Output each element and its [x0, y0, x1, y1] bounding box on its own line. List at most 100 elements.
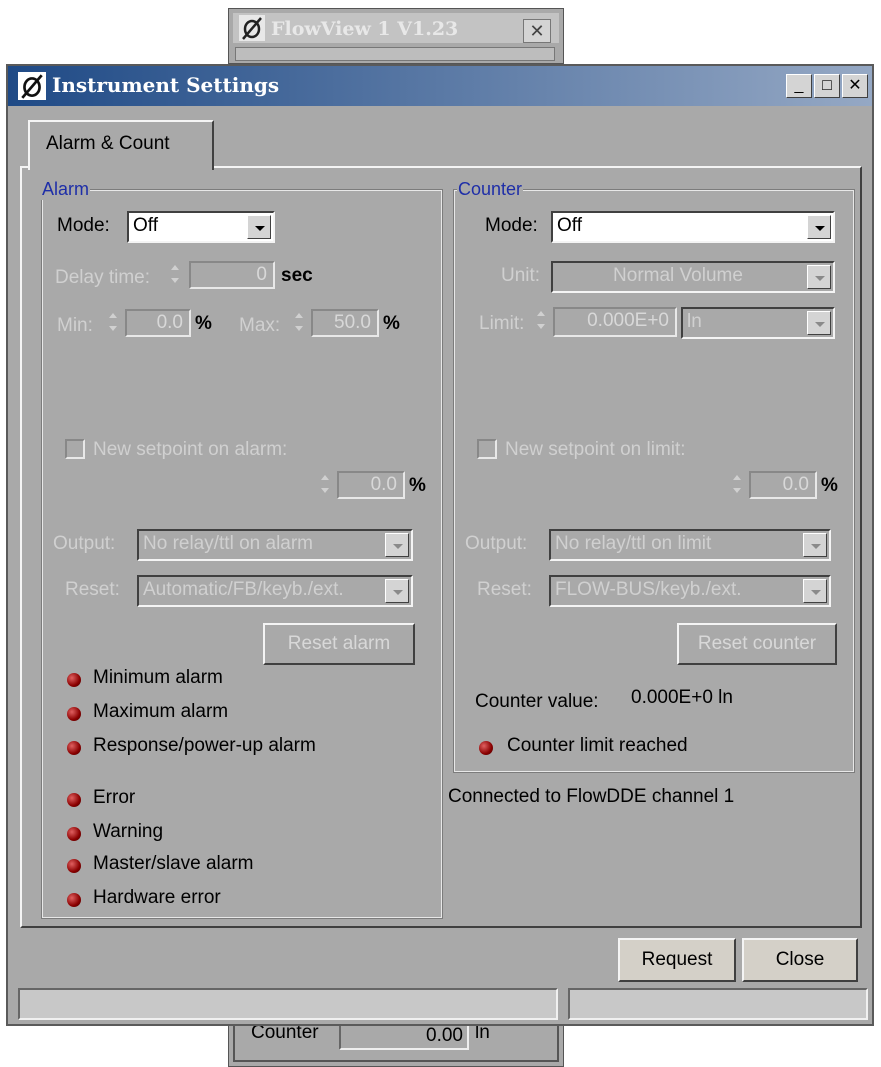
- counter-value: 0.000E+0 ln: [631, 687, 733, 708]
- new-setpoint-limit-label: New setpoint on limit:: [505, 439, 686, 460]
- spin-arrows-icon[interactable]: [293, 309, 305, 337]
- maximum-alarm-label: Maximum alarm: [93, 701, 229, 722]
- warning-led-icon: [67, 827, 81, 841]
- background-window[interactable]: FlowView 1 V1.23 ✕: [228, 8, 564, 64]
- status-bar-left: [18, 988, 558, 1020]
- hardware-error-led-icon: [67, 893, 81, 907]
- chevron-down-icon[interactable]: [807, 265, 831, 289]
- background-window-close-button[interactable]: ✕: [523, 19, 551, 43]
- counter-reset-label: Reset:: [477, 579, 532, 600]
- connection-status: Connected to FlowDDE channel 1: [448, 786, 735, 807]
- app-logo-icon: [18, 72, 46, 100]
- delay-time-unit: sec: [281, 265, 313, 286]
- chevron-down-icon[interactable]: [807, 215, 831, 239]
- minimum-alarm-label: Minimum alarm: [93, 667, 223, 688]
- titlebar[interactable]: Instrument Settings _ □ ✕: [8, 66, 872, 106]
- counter-mode-select[interactable]: Off: [551, 211, 835, 243]
- counter-unit-label: Unit:: [501, 265, 541, 286]
- delay-time-label: Delay time:: [55, 267, 151, 288]
- alarm-mode-value: Off: [133, 215, 158, 236]
- chevron-down-icon[interactable]: [247, 215, 271, 239]
- limit-label: Limit:: [479, 313, 525, 334]
- instrument-settings-window[interactable]: Instrument Settings _ □ ✕ Alarm & Count …: [6, 64, 874, 1026]
- reset-alarm-button[interactable]: Reset alarm: [263, 623, 415, 665]
- counter-group-label: Counter: [457, 179, 524, 200]
- close-button[interactable]: Close: [742, 938, 858, 982]
- reset-counter-button[interactable]: Reset counter: [677, 623, 837, 665]
- window-title: Instrument Settings: [52, 73, 280, 97]
- background-window-title: FlowView 1 V1.23: [271, 18, 459, 40]
- tab-label: Alarm & Count: [46, 133, 170, 154]
- delay-time-field[interactable]: 0: [189, 261, 275, 289]
- spin-arrows-icon[interactable]: [535, 307, 547, 335]
- chevron-down-icon[interactable]: [807, 311, 831, 335]
- min-label: Min:: [57, 315, 93, 336]
- chevron-down-icon[interactable]: [803, 579, 827, 603]
- max-label: Max:: [239, 315, 281, 336]
- counter-reset-select[interactable]: FLOW-BUS/keyb./ext.: [549, 575, 831, 607]
- max-unit: %: [383, 313, 400, 334]
- alarm-output-label: Output:: [53, 533, 116, 554]
- spin-arrows-icon[interactable]: [731, 471, 743, 499]
- chevron-down-icon[interactable]: [385, 533, 409, 557]
- maximize-button[interactable]: □: [814, 74, 840, 98]
- alarm-output-select[interactable]: No relay/ttl on alarm: [137, 529, 413, 561]
- new-setpoint-alarm-checkbox[interactable]: [65, 439, 85, 459]
- counter-unit-select[interactable]: Normal Volume: [551, 261, 835, 293]
- counter-output-select[interactable]: No relay/ttl on limit: [549, 529, 831, 561]
- counter-reset-value: FLOW-BUS/keyb./ext.: [555, 579, 742, 600]
- counter-group: Counter Mode: Off Unit: Normal Volume Li…: [453, 179, 855, 773]
- alarm-output-value: No relay/ttl on alarm: [143, 533, 314, 554]
- minimum-alarm-led-icon: [67, 673, 81, 687]
- hardware-error-label: Hardware error: [93, 887, 221, 908]
- limit-unit-value: ln: [687, 311, 702, 332]
- master-slave-alarm-led-icon: [67, 859, 81, 873]
- background-window-strip: [235, 47, 555, 61]
- counter-output-label: Output:: [465, 533, 528, 554]
- alarm-mode-label: Mode:: [57, 215, 110, 236]
- min-field[interactable]: 0.0: [125, 309, 191, 337]
- master-slave-alarm-label: Master/slave alarm: [93, 853, 254, 874]
- counter-mode-label: Mode:: [485, 215, 538, 236]
- background-window-titlebar[interactable]: FlowView 1 V1.23 ✕: [233, 13, 559, 43]
- alarm-group: Alarm Mode: Off Delay time: 0 sec Min: 0…: [41, 179, 443, 919]
- error-led-icon: [67, 793, 81, 807]
- new-setpoint-alarm-field[interactable]: 0.0: [337, 471, 405, 499]
- error-label: Error: [93, 787, 136, 808]
- alarm-mode-select[interactable]: Off: [127, 211, 275, 243]
- max-field[interactable]: 50.0: [311, 309, 379, 337]
- alarm-reset-value: Automatic/FB/keyb./ext.: [143, 579, 344, 600]
- tab-panel: Alarm Mode: Off Delay time: 0 sec Min: 0…: [20, 166, 862, 928]
- counter-limit-led-icon: [479, 741, 493, 755]
- response-alarm-led-icon: [67, 741, 81, 755]
- new-setpoint-limit-checkbox[interactable]: [477, 439, 497, 459]
- limit-unit-select[interactable]: ln: [681, 307, 835, 339]
- response-alarm-label: Response/power-up alarm: [93, 735, 316, 756]
- new-setpoint-limit-unit: %: [821, 475, 838, 496]
- background-counter-value: 0.00: [339, 1022, 469, 1050]
- alarm-reset-label: Reset:: [65, 579, 120, 600]
- new-setpoint-alarm-unit: %: [409, 475, 426, 496]
- counter-limit-reached-label: Counter limit reached: [507, 735, 688, 756]
- close-window-button[interactable]: ✕: [842, 74, 868, 98]
- minimize-button[interactable]: _: [786, 74, 812, 98]
- spin-arrows-icon[interactable]: [319, 471, 331, 499]
- min-unit: %: [195, 313, 212, 334]
- counter-mode-value: Off: [557, 215, 582, 236]
- maximum-alarm-led-icon: [67, 707, 81, 721]
- new-setpoint-limit-field[interactable]: 0.0: [749, 471, 817, 499]
- chevron-down-icon[interactable]: [385, 579, 409, 603]
- tab-alarm-count[interactable]: Alarm & Count: [28, 120, 214, 170]
- new-setpoint-alarm-label: New setpoint on alarm:: [93, 439, 288, 460]
- app-logo-icon: [239, 15, 265, 41]
- counter-unit-value: Normal Volume: [613, 265, 743, 286]
- request-button[interactable]: Request: [618, 938, 736, 982]
- background-window-bottom: Counter 0.00 ln: [228, 1020, 564, 1067]
- spin-arrows-icon[interactable]: [169, 261, 181, 289]
- counter-value-label: Counter value:: [475, 691, 599, 712]
- warning-label: Warning: [93, 821, 164, 842]
- alarm-reset-select[interactable]: Automatic/FB/keyb./ext.: [137, 575, 413, 607]
- chevron-down-icon[interactable]: [803, 533, 827, 557]
- limit-field[interactable]: 0.000E+0: [553, 307, 677, 337]
- spin-arrows-icon[interactable]: [107, 309, 119, 337]
